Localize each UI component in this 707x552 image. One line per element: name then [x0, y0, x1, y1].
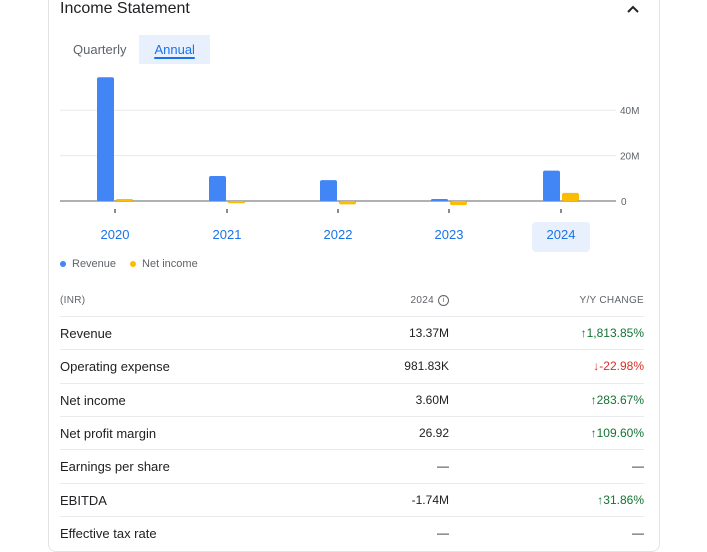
revenue-bar[interactable]: [320, 180, 337, 201]
table-row: Net profit margin 26.92 ↑109.60%: [60, 415, 644, 450]
table-row: Earnings per share — —: [60, 449, 644, 483]
legend-net-income: Net income: [130, 258, 198, 270]
row-change-text: -22.98%: [599, 359, 644, 374]
row-change-text: 109.60%: [596, 425, 644, 440]
row-value: —: [437, 525, 449, 540]
revenue-bar[interactable]: [431, 199, 448, 201]
y-tick-label: 0: [621, 197, 627, 208]
info-icon[interactable]: i: [438, 295, 449, 306]
header-currency: (INR): [60, 295, 86, 306]
revenue-bar[interactable]: [209, 176, 226, 201]
row-change: ↑109.60%: [591, 426, 644, 440]
revenue-bar[interactable]: [543, 170, 560, 201]
year-2022[interactable]: 2022: [309, 222, 367, 252]
net-income-bar[interactable]: [339, 201, 356, 205]
table-row: Net income 3.60M ↑283.67%: [60, 382, 644, 417]
row-label: Net profit margin: [60, 425, 157, 441]
income-chart: 0 20M 40M: [60, 77, 639, 213]
row-label: Operating expense: [60, 359, 170, 375]
row-change-text: 283.67%: [596, 392, 644, 407]
row-label: Earnings per share: [60, 459, 170, 475]
year-2023[interactable]: 2023: [420, 222, 478, 252]
table-row: Effective tax rate — —: [60, 515, 644, 550]
y-tick-label: 40M: [620, 106, 639, 117]
row-value: 981.83K: [404, 359, 449, 374]
y-tick-label: 20M: [620, 152, 639, 163]
net-income-bar[interactable]: [116, 199, 133, 201]
row-value: —: [437, 459, 449, 474]
row-change: ↑31.86%: [597, 493, 644, 507]
row-value: 3.60M: [415, 392, 449, 407]
net-income-bar[interactable]: [228, 201, 245, 204]
year-2020[interactable]: 2020: [86, 222, 144, 252]
revenue-bar[interactable]: [97, 77, 114, 201]
legend-net-income-dot: [130, 261, 137, 267]
row-label: EBITDA: [60, 492, 107, 508]
chart-legend: Revenue Net income: [60, 258, 212, 270]
row-value: 13.37M: [408, 326, 449, 340]
net-income-bar[interactable]: [450, 201, 467, 206]
table-row: Operating expense 981.83K ↓-22.98%: [60, 349, 644, 383]
row-value: 26.92: [418, 425, 449, 440]
header-change: Y/Y CHANGE: [579, 295, 644, 306]
legend-revenue: Revenue: [60, 258, 116, 270]
row-change: ↑283.67%: [591, 393, 644, 407]
row-change: ↑1,813.85%: [581, 326, 644, 340]
row-change-text: —: [632, 459, 644, 474]
header-year-label: 2024: [410, 295, 434, 307]
net-income-bar[interactable]: [562, 192, 579, 201]
header-year: 2024 i: [411, 295, 449, 306]
row-change-text: 31.86%: [603, 492, 644, 507]
table-row: Revenue 13.37M ↑1,813.85%: [60, 316, 644, 350]
legend-revenue-dot: [60, 261, 66, 267]
row-change-text: 1,813.85%: [586, 326, 644, 340]
row-label: Net income: [60, 392, 126, 408]
row-change-text: —: [632, 525, 644, 540]
year-2021[interactable]: 2021: [198, 222, 256, 252]
row-label: Revenue: [60, 326, 113, 341]
legend-revenue-label: Revenue: [72, 258, 117, 270]
row-change: ↓-22.98%: [593, 359, 644, 373]
row-label: Effective tax rate: [60, 525, 157, 541]
legend-net-income-label: Net income: [142, 258, 198, 270]
row-change: —: [632, 526, 644, 540]
row-value: -1.74M: [411, 492, 449, 507]
row-change: —: [632, 459, 644, 473]
table-row: EBITDA -1.74M ↑31.86%: [60, 482, 644, 517]
year-2024[interactable]: 2024: [532, 222, 590, 252]
